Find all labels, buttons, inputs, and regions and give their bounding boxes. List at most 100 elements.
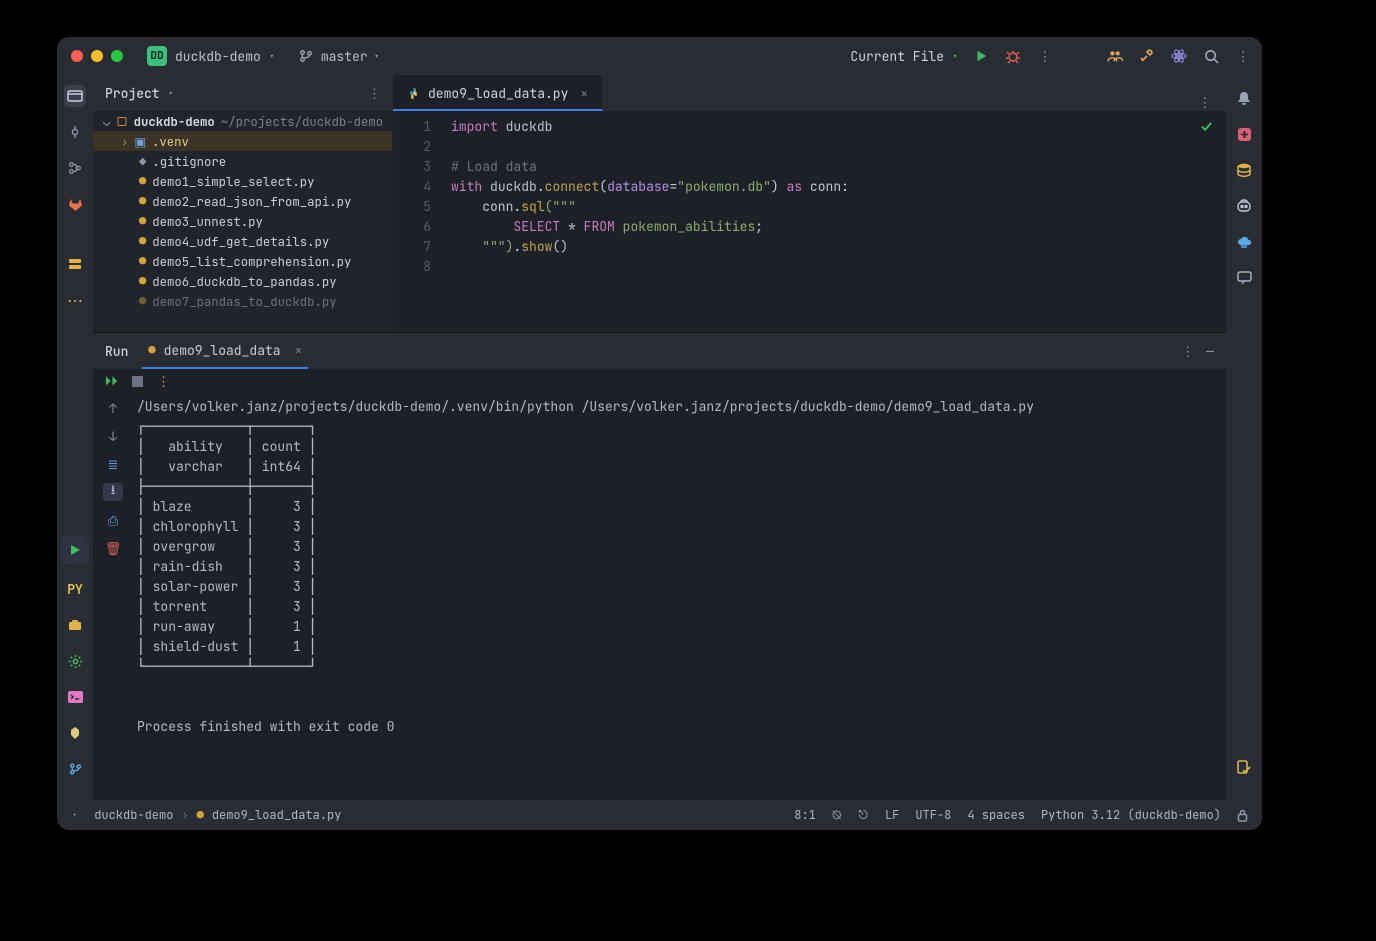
more-tools-icon[interactable]: ⋯ [64, 289, 86, 311]
file-encoding[interactable]: UTF-8 [915, 807, 951, 823]
run-icon[interactable] [972, 47, 990, 65]
soft-wrap-icon[interactable]: ≣ [103, 455, 123, 473]
up-stack-icon[interactable]: ↑ [103, 399, 123, 417]
packages-tool-icon[interactable] [64, 614, 86, 636]
run-tool-icon[interactable] [64, 539, 86, 561]
close-icon[interactable]: × [295, 342, 303, 359]
indent-setting[interactable]: 4 spaces [967, 807, 1025, 823]
stop-icon[interactable] [132, 376, 143, 387]
line-separator[interactable]: LF [885, 807, 899, 823]
endpoints-tool-icon[interactable] [1233, 231, 1255, 253]
ai-assistant-icon[interactable] [1170, 47, 1188, 65]
tree-file[interactable]: ◆ .gitignore [93, 151, 392, 171]
caret-position[interactable]: 8:1 [794, 807, 816, 823]
more-icon[interactable]: ⋮ [1181, 343, 1194, 360]
tree-folder-label: .venv [152, 133, 189, 150]
settings-icon[interactable]: ⋮ [1234, 47, 1252, 65]
breadcrumb-item[interactable]: duckdb-demo [94, 807, 173, 823]
ai-chat-icon[interactable] [1233, 267, 1255, 289]
more-icon[interactable]: ⋮ [368, 85, 381, 102]
settings-gear-icon[interactable] [64, 650, 86, 672]
add-tool-icon[interactable] [1233, 123, 1255, 145]
problems-tool-icon[interactable] [64, 722, 86, 744]
code-editor[interactable]: 12345678 import duckdb # Load data with … [393, 111, 1226, 332]
chevron-down-icon[interactable]: ▾ [168, 87, 174, 100]
tree-file-label: demo2_read_json_from_api.py [152, 193, 351, 210]
coverage-icon[interactable] [1233, 756, 1255, 778]
table-row: │ rain-dish │ 3 │ [137, 558, 316, 575]
more-icon[interactable]: ⋮ [157, 373, 170, 390]
commit-tool-icon[interactable] [64, 121, 86, 143]
scroll-to-end-icon[interactable]: ⭳ [103, 483, 123, 501]
left-tool-strip: ⋯ PY [57, 75, 93, 800]
project-tool-icon[interactable] [64, 85, 86, 107]
build-tools-icon[interactable] [1138, 47, 1156, 65]
close-window-icon[interactable] [71, 50, 83, 62]
vcs-branch-selector[interactable]: master ▾ [297, 47, 380, 65]
tree-file[interactable]: ● demo2_read_json_from_api.py [93, 191, 392, 211]
print-icon[interactable]: ⎙ [103, 511, 123, 529]
minimize-icon[interactable]: — [1206, 343, 1214, 360]
tree-root-path: ~/projects/duckdb-demo [221, 113, 383, 130]
editor-code[interactable]: import duckdb # Load data with duckdb.co… [443, 111, 1226, 332]
folder-icon: ▣ [134, 133, 146, 150]
python-file-icon: ● [139, 193, 146, 209]
services-tool-icon[interactable] [64, 253, 86, 275]
down-stack-icon[interactable]: ↓ [103, 427, 123, 445]
notifications-icon[interactable] [1233, 87, 1255, 109]
run-console[interactable]: /Users/volker.janz/projects/duckdb-demo/… [133, 393, 1226, 800]
tree-file-label: demo4_udf_get_details.py [152, 233, 329, 250]
project-selector[interactable]: DD duckdb-demo ▾ [147, 46, 275, 66]
tree-file-label: demo3_unnest.py [152, 213, 263, 230]
structure-tool-icon[interactable] [64, 157, 86, 179]
interpreter-label[interactable]: Python 3.12 (duckdb-demo) [1041, 807, 1221, 823]
search-icon[interactable] [1202, 47, 1220, 65]
clear-all-icon[interactable]: 🗑 [103, 539, 123, 557]
python-file-icon [407, 87, 420, 100]
tree-file[interactable]: ●demo6_duckdb_to_pandas.py [93, 271, 392, 291]
more-icon[interactable]: ⋮ [1196, 93, 1214, 111]
run-tool-window: Run ● demo9_load_data × ⋮ — [93, 332, 1226, 800]
breadcrumb-item[interactable]: demo9_load_data.py [212, 807, 342, 823]
breadcrumb[interactable]: duckdb-demo › ● demo9_load_data.py [94, 807, 341, 823]
project-tool-title: Project [105, 85, 160, 102]
tree-file[interactable]: ●demo7_pandas_to_duckdb.py [93, 291, 392, 311]
console-exit: Process finished with exit code 0 [137, 718, 394, 735]
debug-icon[interactable] [1004, 47, 1022, 65]
more-icon[interactable]: ⋮ [1036, 47, 1054, 65]
database-tool-icon[interactable] [1233, 159, 1255, 181]
close-icon[interactable]: × [580, 85, 588, 102]
terminal-tool-icon[interactable] [64, 686, 86, 708]
run-tab[interactable]: ● demo9_load_data × [142, 333, 308, 369]
tree-folder-venv[interactable]: › ▣ .venv [93, 131, 392, 151]
run-tool-tabs: Run ● demo9_load_data × ⋮ — [93, 333, 1226, 369]
tree-file[interactable]: ●demo3_unnest.py [93, 211, 392, 231]
tree-file-label: .gitignore [152, 153, 226, 170]
run-tab-label: demo9_load_data [164, 342, 281, 359]
readonly-icon[interactable]: ⦰ [832, 807, 842, 823]
tree-file[interactable]: ●demo1_simple_select.py [93, 171, 392, 191]
copilot-icon[interactable] [1233, 195, 1255, 217]
code-with-me-icon[interactable] [1106, 47, 1124, 65]
editor-gutter: 12345678 [393, 111, 443, 332]
vcs-tool-icon[interactable] [64, 758, 86, 780]
maximize-window-icon[interactable] [111, 50, 123, 62]
inspection-ok-icon[interactable] [1199, 119, 1214, 134]
table-row: │ overgrow │ 3 │ [137, 538, 316, 555]
editor-tab[interactable]: demo9_load_data.py × [393, 75, 603, 111]
tree-file[interactable]: ●demo4_udf_get_details.py [93, 231, 392, 251]
project-tree[interactable]: ⌄ ▢ duckdb-demo ~/projects/duckdb-demo ›… [93, 111, 393, 332]
tree-file[interactable]: ●demo5_list_comprehension.py [93, 251, 392, 271]
run-gutter: ↑ ↓ ≣ ⭳ ⎙ 🗑 [93, 393, 133, 800]
table-row: │ blaze │ 3 │ [137, 498, 316, 515]
gitlab-icon[interactable] [64, 193, 86, 215]
minimize-window-icon[interactable] [91, 50, 103, 62]
python-console-icon[interactable]: PY [64, 578, 86, 600]
run-config-selector[interactable]: Current File ▾ [850, 48, 958, 65]
lock-icon[interactable] [1237, 809, 1248, 822]
tree-file-label: demo5_list_comprehension.py [152, 253, 351, 270]
rerun-icon[interactable] [105, 375, 118, 387]
chevron-down-icon: ▾ [269, 50, 275, 63]
vcs-status-icon[interactable]: ⎋ [858, 807, 869, 823]
tree-root[interactable]: ⌄ ▢ duckdb-demo ~/projects/duckdb-demo [93, 111, 392, 131]
